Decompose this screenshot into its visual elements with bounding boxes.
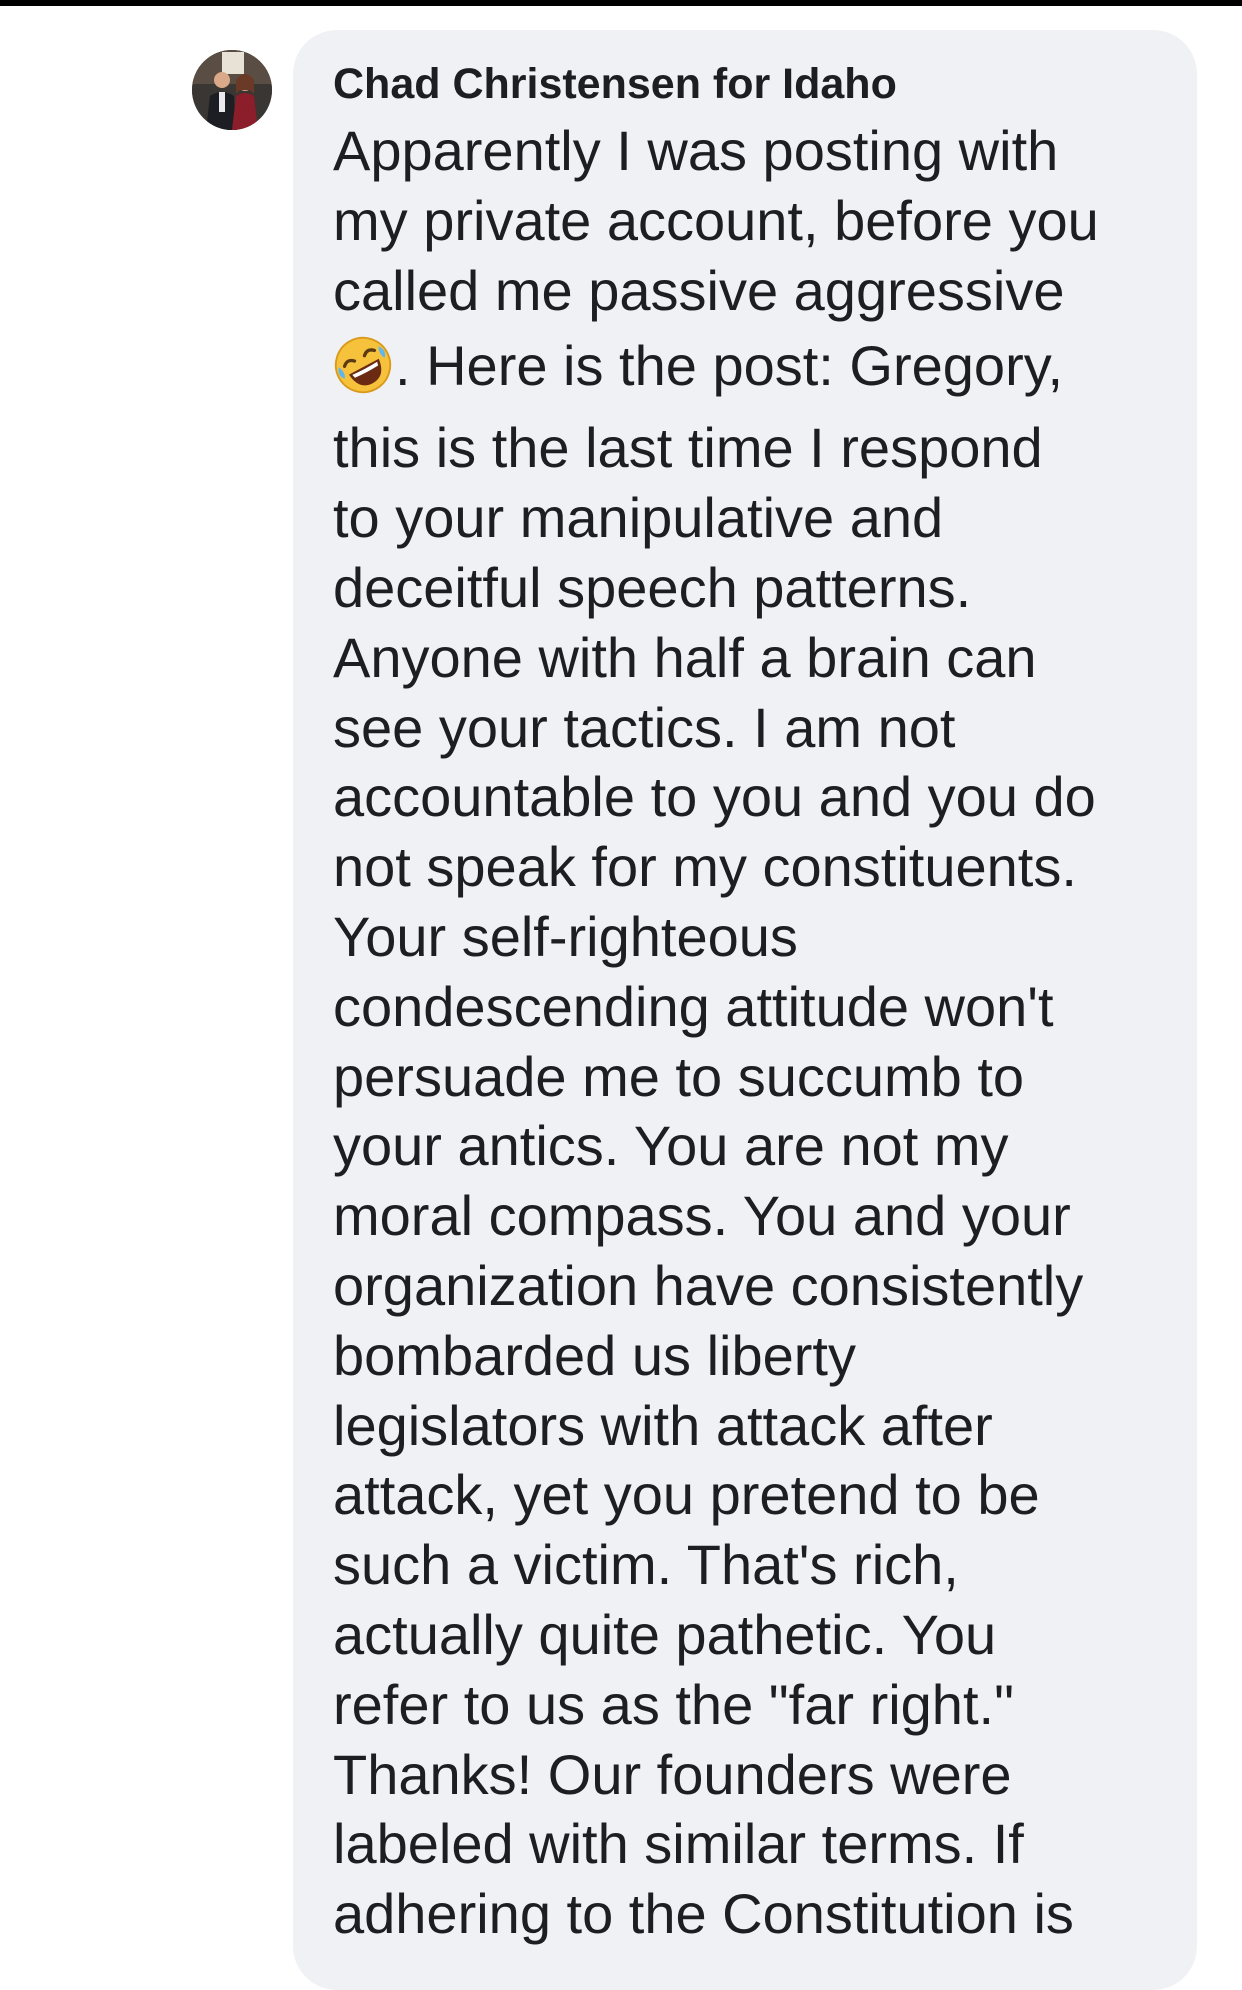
- author-avatar[interactable]: [192, 50, 272, 130]
- comment-line: Your self-righteous: [333, 904, 798, 968]
- comment-line: Apparently I was posting with: [333, 119, 1059, 182]
- profile-photo-icon: [192, 50, 272, 130]
- comment-line: attack, yet you pretend to be: [333, 1463, 1040, 1527]
- comment-line: my private account, before you: [333, 188, 1099, 252]
- comment-line: legislators with attack after: [333, 1393, 993, 1457]
- comment-line: labeled with similar terms. If: [333, 1812, 1024, 1876]
- comment-line: not speak for my constituents.: [333, 835, 1077, 899]
- comment-bubble: Chad Christensen for Idaho Apparently I …: [293, 30, 1197, 1990]
- comment-line: your antics. You are not my: [333, 1114, 1009, 1178]
- comment-line: adhering to the Constitution is: [333, 1882, 1074, 1946]
- comment-line: such a victim. That's rich,: [333, 1533, 959, 1597]
- comment-line: condescending attitude won't: [333, 974, 1054, 1038]
- comment-line: organization have consistently: [333, 1253, 1084, 1317]
- top-divider: [0, 0, 1242, 6]
- comment-body: Apparently I was posting with my private…: [333, 116, 1181, 1949]
- comment-line: this is the last time I respond: [333, 416, 1043, 480]
- comment-line: refer to us as the "far right.": [333, 1672, 1014, 1736]
- comment-line: persuade me to succumb to: [333, 1044, 1025, 1108]
- comment-line: Anyone with half a brain can: [333, 625, 1037, 689]
- comment-line: actually quite pathetic. You: [333, 1602, 997, 1666]
- comment-line: called me passive aggressive: [333, 258, 1065, 322]
- comment-line: bombarded us liberty: [333, 1323, 856, 1387]
- comment-line-text: . Here is the post: Gregory,: [395, 334, 1064, 398]
- comment-line: to your manipulative and: [333, 486, 944, 550]
- rolling-on-the-floor-laughing-emoji-icon: [334, 337, 392, 394]
- comment-line: accountable to you and you do: [333, 765, 1096, 829]
- comment-line: see your tactics. I am not: [333, 695, 956, 759]
- comment-author-name[interactable]: Chad Christensen for Idaho: [333, 58, 897, 110]
- comment-line: deceitful speech patterns.: [333, 555, 972, 619]
- comment-line: moral compass. You and your: [333, 1184, 1071, 1248]
- comment-line-with-emoji: . Here is the post: Gregory,: [333, 325, 1181, 413]
- comment-line: Thanks! Our founders were: [333, 1742, 1012, 1806]
